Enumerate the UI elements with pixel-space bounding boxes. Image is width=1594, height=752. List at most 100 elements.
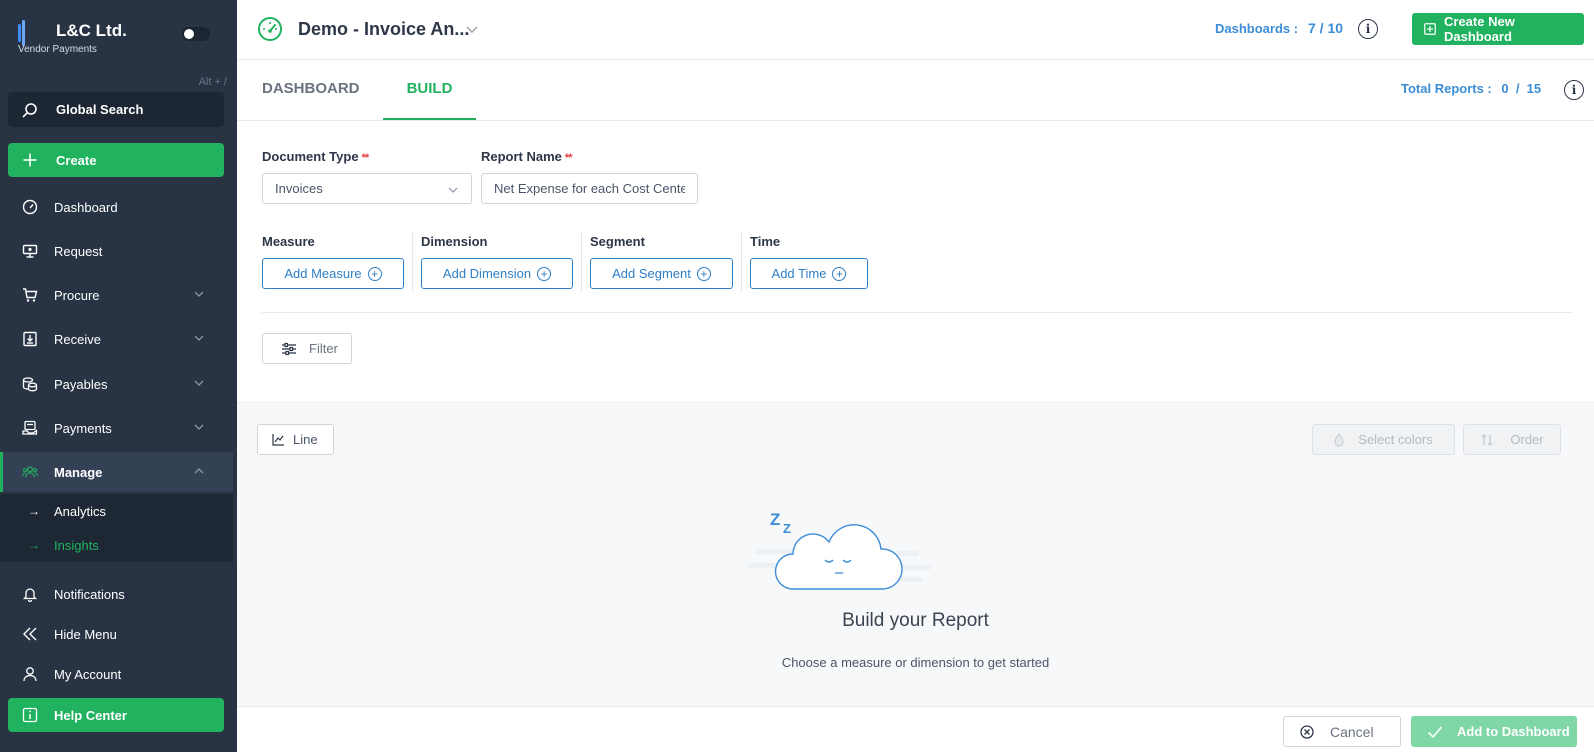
help-icon (22, 707, 38, 723)
empty-state-title: Build your Report (842, 610, 989, 631)
sidebar-item-payments[interactable]: Payments (0, 408, 233, 448)
arrow-right-icon: → (28, 504, 40, 518)
payments-icon (22, 420, 38, 436)
divider (262, 312, 1572, 313)
brand (18, 18, 34, 46)
sliders-icon (281, 342, 297, 356)
create-new-dashboard-label: Create New Dashboard (1444, 14, 1515, 44)
document-type-select[interactable]: Invoices (262, 173, 472, 204)
footer-bar: Cancel Add to Dashboard (237, 706, 1594, 752)
bell-icon (22, 586, 38, 602)
speedometer-icon (257, 16, 283, 45)
filter-label: Filter (309, 341, 338, 356)
plus-circle-icon: + (696, 266, 711, 281)
sidebar: L&C Ltd. Vendor Payments Alt + / Global … (0, 0, 237, 752)
plus-circle-icon: + (367, 266, 382, 281)
chevron-down-icon[interactable] (465, 22, 479, 39)
dashboards-count-label: Dashboards : (1215, 21, 1299, 36)
total-reports: Total Reports : 0 / 15 (1401, 81, 1541, 96)
tab-build[interactable]: BUILD (383, 60, 476, 120)
arrow-right-icon: → (28, 538, 40, 552)
sidebar-item-label: My Account (54, 666, 122, 682)
add-to-dashboard-button[interactable]: Add to Dashboard (1411, 716, 1577, 747)
add-time-button[interactable]: Add Time + (750, 258, 868, 289)
dashboard-title[interactable]: Demo - Invoice An... (298, 19, 469, 40)
add-segment-button[interactable]: Add Segment + (590, 258, 733, 289)
sidebar-item-request[interactable]: Request (0, 231, 233, 271)
sidebar-subitem-label: Insights (54, 537, 99, 553)
global-search-label: Global Search (56, 102, 144, 117)
coins-icon (22, 376, 38, 392)
cancel-label: Cancel (1330, 723, 1374, 740)
report-name-input[interactable] (481, 173, 698, 204)
sidebar-item-payables[interactable]: Payables (0, 364, 233, 404)
search-icon (22, 102, 38, 118)
help-center-button[interactable]: Help Center (8, 698, 224, 732)
sidebar-item-label: Hide Menu (54, 626, 117, 642)
add-to-dashboard-label: Add to Dashboard (1457, 724, 1570, 739)
select-colors-button[interactable]: Select colors (1312, 424, 1455, 455)
create-button[interactable]: Create (8, 143, 224, 177)
brand-logo (18, 20, 28, 46)
global-search-button[interactable]: Global Search (8, 92, 224, 127)
order-label: Order (1510, 432, 1544, 447)
sidebar-item-my-account[interactable]: My Account (0, 654, 233, 694)
sidebar-subitem-insights[interactable]: → Insights (0, 528, 233, 562)
top-header: Demo - Invoice An... Dashboards : 7 / 10… (237, 0, 1594, 60)
sidebar-item-dashboard[interactable]: Dashboard (0, 187, 233, 227)
chevron-down-icon (447, 184, 459, 199)
gauge-icon (22, 199, 38, 215)
divider (581, 232, 582, 292)
sidebar-item-label: Notifications (54, 586, 125, 602)
dashboards-count-value: 7 / 10 (1308, 20, 1344, 36)
plus-circle-icon: + (537, 266, 552, 281)
tab-bar: DASHBOARD BUILD Total Reports : 0 / 15 i (237, 60, 1594, 121)
required-mark: ** (564, 152, 573, 164)
plus-square-icon (1424, 23, 1436, 35)
cancel-button[interactable]: Cancel (1283, 716, 1401, 747)
add-dimension-button[interactable]: Add Dimension + (421, 258, 573, 289)
sidebar-item-receive[interactable]: Receive (0, 319, 233, 359)
report-name-label: Report Name ** (481, 149, 573, 164)
sidebar-item-label: Request (54, 243, 103, 259)
sidebar-subitem-label: Analytics (54, 503, 107, 519)
check-icon (1427, 725, 1443, 739)
chart-type-line-button[interactable]: Line (257, 424, 334, 455)
sidebar-subitem-analytics[interactable]: → Analytics (0, 494, 233, 528)
empty-state-subtitle: Choose a measure or dimension to get sta… (781, 655, 1050, 670)
brand-name: L&C Ltd. (56, 21, 127, 40)
help-center-label: Help Center (54, 707, 127, 723)
receive-icon (22, 331, 38, 347)
sidebar-item-notifications[interactable]: Notifications (0, 574, 233, 614)
add-segment-label: Add Segment (612, 266, 691, 281)
create-label: Create (56, 152, 97, 168)
add-time-label: Add Time (771, 266, 827, 281)
divider (741, 232, 742, 292)
chevron-up-icon (193, 465, 205, 480)
sidebar-item-manage[interactable]: Manage (0, 452, 233, 492)
theme-toggle[interactable] (182, 27, 210, 41)
close-circle-icon (1300, 724, 1314, 739)
request-icon (22, 243, 38, 259)
order-button[interactable]: Order (1463, 424, 1561, 455)
user-icon (22, 666, 38, 682)
sidebar-item-label: Payables (54, 376, 108, 392)
info-icon[interactable]: i (1358, 19, 1378, 39)
info-icon[interactable]: i (1564, 80, 1584, 100)
line-chart-icon (272, 433, 285, 446)
chevron-down-icon (193, 377, 205, 392)
drop-icon (1334, 432, 1344, 447)
line-label: Line (293, 432, 318, 447)
sidebar-item-procure[interactable]: Procure (0, 275, 233, 315)
shortcut-hint: Alt + / (198, 76, 227, 88)
time-label: Time (750, 234, 781, 249)
tab-dashboard[interactable]: DASHBOARD (262, 60, 360, 120)
total-reports-label: Total Reports : (1401, 81, 1492, 96)
add-measure-button[interactable]: Add Measure + (262, 258, 404, 289)
document-type-label: Document Type ** (262, 149, 369, 164)
hide-menu-button[interactable]: Hide Menu (0, 614, 233, 654)
create-new-dashboard-button[interactable]: Create New Dashboard (1412, 13, 1584, 45)
filter-button[interactable]: Filter (262, 333, 352, 364)
segment-label: Segment (590, 234, 645, 249)
document-type-value: Invoices (275, 181, 323, 196)
